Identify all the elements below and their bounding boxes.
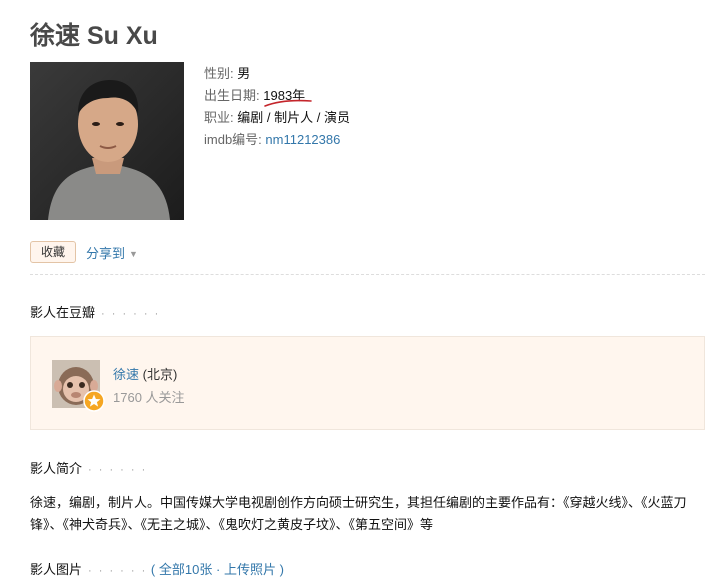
all-photos-link[interactable]: 全部10张	[159, 562, 212, 577]
share-caret-icon: ▼	[129, 249, 138, 259]
star-badge-icon	[83, 390, 105, 412]
photos-section-heading: 影人图片 · · · · · · ( 全部10张 · 上传照片 )	[30, 559, 284, 578]
upload-photo-link[interactable]: 上传照片	[224, 562, 276, 577]
photos-heading-text: 影人图片	[30, 562, 83, 577]
job-label: 职业:	[204, 110, 234, 125]
douban-user-card: 徐速 (北京) 1760 人关注	[30, 336, 705, 430]
imdb-row: imdb编号: nm11212386	[204, 129, 350, 151]
collect-button[interactable]: 收藏	[30, 241, 76, 263]
photos-link-separator: ·	[215, 562, 221, 577]
intro-heading-dots: · · · · · ·	[88, 464, 148, 476]
section-divider	[30, 274, 705, 275]
job-separator: /	[263, 110, 275, 125]
gender-value: 男	[237, 66, 251, 81]
photos-heading-dots: · · · · · ·	[88, 565, 148, 577]
intro-text: 徐速，编剧，制片人。中国传媒大学电视剧创作方向硕士研究生，其担任编剧的主要作品有…	[30, 495, 687, 532]
page-title: 徐速 Su Xu	[30, 22, 158, 50]
job-value-2: 制片人	[274, 110, 314, 125]
share-button[interactable]: 分享到 ▼	[86, 243, 138, 262]
user-name-link[interactable]: 徐速	[113, 367, 139, 382]
douban-heading-dots: · · · · · ·	[101, 308, 161, 320]
douban-heading-text: 影人在豆瓣	[30, 305, 96, 320]
douban-section-heading: 影人在豆瓣 · · · · · ·	[30, 302, 160, 321]
photos-links: ( 全部10张 · 上传照片 )	[151, 562, 284, 577]
user-location: (北京)	[142, 367, 178, 382]
gender-label: 性别:	[204, 66, 234, 81]
photos-open-paren: (	[150, 562, 156, 577]
user-name-line: 徐速 (北京)	[113, 364, 177, 383]
imdb-link[interactable]: nm11212386	[265, 132, 340, 147]
photos-close-paren: )	[279, 562, 284, 577]
job-value-3: 演员	[323, 110, 350, 125]
share-label: 分享到	[86, 246, 126, 261]
follower-count: 1760 人关注	[113, 390, 185, 405]
imdb-label: imdb编号:	[204, 132, 262, 147]
celebrity-photo[interactable]	[30, 62, 184, 220]
birth-label: 出生日期:	[204, 88, 260, 103]
job-row: 职业: 编剧 / 制片人 / 演员	[204, 107, 350, 129]
intro-section-heading: 影人简介 · · · · · ·	[30, 458, 147, 477]
gender-row: 性别: 男	[204, 63, 350, 85]
job-separator: /	[313, 110, 324, 125]
intro-heading-text: 影人简介	[30, 461, 83, 476]
job-value-1: 编剧	[237, 110, 264, 125]
red-underline-annotation	[264, 99, 312, 107]
